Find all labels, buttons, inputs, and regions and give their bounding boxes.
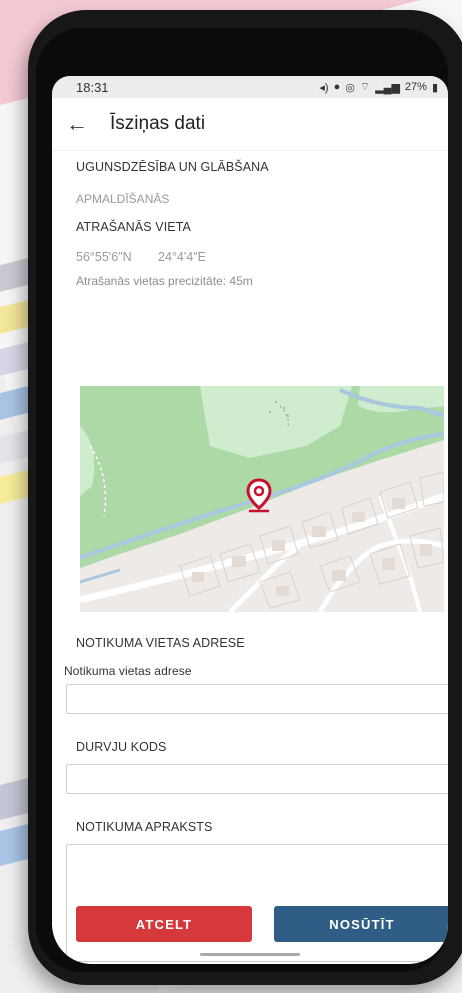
form-content: UGUNSDZĒSĪBA UN GLĀBŠANA APMALDĪŠANĀS AT… (52, 150, 448, 964)
app-bar: ← Īsziņas dati (52, 98, 448, 151)
door-code-heading: DURVJU KODS (76, 740, 167, 754)
location-accuracy: Atrašanās vietas precizitāte: 45m (76, 274, 253, 288)
mute-icon: ◂) (319, 81, 329, 94)
status-icons: ◂) ● ◎ ⌔ ▂▄▆ 27% ▮ (319, 80, 438, 94)
address-field-label: Notikuma vietas adrese (64, 664, 192, 678)
address-heading: NOTIKUMA VIETAS ADRESE (76, 636, 245, 650)
hotspot-icon: ◎ (345, 81, 355, 94)
service-subcategory: APMALDĪŠANĀS (76, 192, 170, 206)
location-map[interactable] (80, 386, 444, 612)
latitude-value: 56°55'6"N (76, 250, 132, 264)
signal-icon: ▂▄▆ (375, 81, 400, 94)
service-category: UGUNSDZĒSĪBA UN GLĀBŠANA (76, 160, 269, 174)
longitude-value: 24°4'4"E (158, 250, 206, 264)
description-textarea[interactable] (66, 844, 448, 962)
location-pin-icon (246, 478, 272, 513)
door-code-input[interactable] (66, 764, 448, 794)
address-input[interactable] (66, 684, 448, 714)
send-button[interactable]: NOSŪTĪT (274, 906, 448, 942)
wifi-icon: ⌔ (359, 81, 371, 93)
phone-screen: 18:31 ◂) ● ◎ ⌔ ▂▄▆ 27% ▮ ← Īsziņas dati … (52, 76, 448, 964)
battery-icon: ▮ (431, 81, 438, 94)
status-bar: 18:31 ◂) ● ◎ ⌔ ▂▄▆ 27% ▮ (52, 76, 448, 98)
location-heading: ATRAŠANĀS VIETA (76, 220, 191, 234)
status-time: 18:31 (76, 79, 109, 95)
location-icon: ● (333, 81, 341, 93)
home-indicator[interactable] (200, 953, 300, 956)
description-heading: NOTIKUMA APRAKSTS (76, 820, 213, 834)
cancel-button[interactable]: ATCELT (76, 906, 252, 942)
back-arrow-icon[interactable]: ← (52, 111, 102, 137)
battery-text: 27% (404, 81, 427, 93)
page-title: Īsziņas dati (110, 113, 206, 134)
